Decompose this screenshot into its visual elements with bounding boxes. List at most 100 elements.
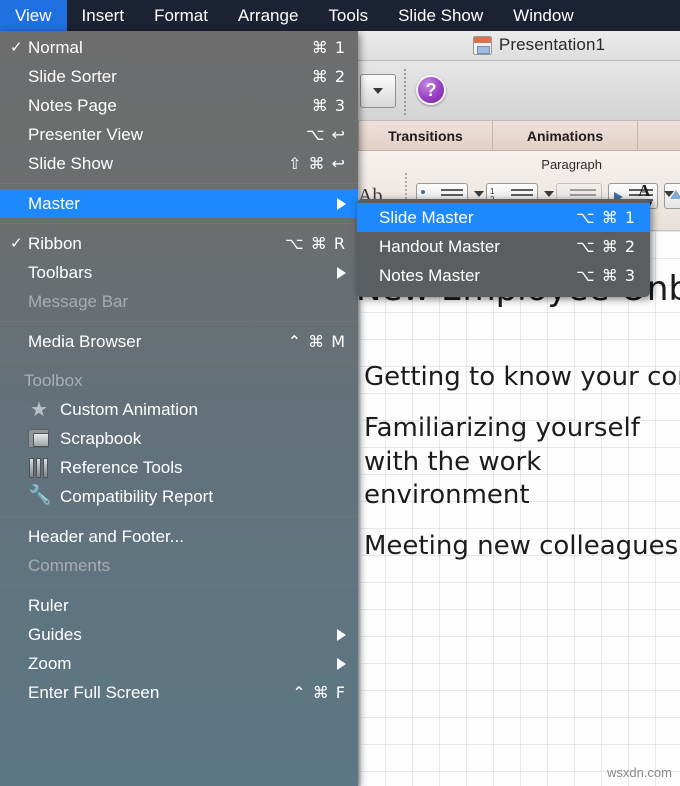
menu-item-enter-full-screen[interactable]: Enter Full Screen ⌃ ⌘ F (0, 678, 358, 707)
menu-item-slide-sorter[interactable]: Slide Sorter ⌘ 2 (0, 62, 358, 91)
menubar-item-slide-show-label: Slide Show (398, 5, 484, 25)
menu-item-ribbon[interactable]: ✓ Ribbon ⌥ ⌘ R (0, 229, 358, 258)
submenu-item-notes-master-shortcut: ⌥ ⌘ 3 (576, 266, 636, 285)
menu-item-compatibility-report-label: Compatibility Report (60, 486, 214, 506)
menubar-item-insert-label: Insert (81, 5, 125, 25)
menu-item-enter-full-screen-label: Enter Full Screen (28, 682, 160, 702)
menu-item-presenter-view[interactable]: Presenter View ⌥ ↩ (0, 120, 358, 149)
menu-item-zoom[interactable]: Zoom (0, 649, 358, 678)
powerpoint-document-icon (472, 35, 492, 55)
bulleted-list-chevron-down-icon[interactable] (474, 191, 484, 197)
menubar-item-tools-label: Tools (328, 5, 369, 25)
quick-access-toolbar: ? (358, 61, 680, 121)
menu-item-scrapbook[interactable]: Scrapbook (0, 424, 358, 453)
window-title: Presentation1 (498, 35, 606, 54)
menubar-item-arrange[interactable]: Arrange (223, 0, 313, 31)
menu-item-comments: Comments (0, 551, 358, 580)
wrench-icon: 🔧 (28, 484, 52, 506)
menu-separator (0, 361, 358, 362)
view-menu-panel: ✓ Normal ⌘ 1 Slide Sorter ⌘ 2 Notes Page… (0, 31, 358, 786)
menubar-item-slide-show[interactable]: Slide Show (383, 0, 498, 31)
submenu-item-notes-master[interactable]: Notes Master ⌥ ⌘ 3 (357, 261, 650, 290)
submenu-item-slide-master-label: Slide Master (379, 207, 474, 227)
menu-separator (0, 321, 358, 322)
menu-item-toolbars[interactable]: Toolbars (0, 258, 358, 287)
tab-transitions[interactable]: Transitions (358, 120, 493, 151)
menu-separator (0, 516, 358, 517)
slide-bullet-1[interactable]: Getting to know your company (364, 361, 680, 394)
reference-tools-icon (26, 457, 52, 479)
watermark: wsxdn.com (606, 765, 672, 780)
slide-canvas[interactable]: New Employee Onboarding Getting to know … (358, 231, 680, 786)
help-icon[interactable]: ? (416, 75, 446, 105)
slide-bullet-3[interactable]: Meeting new colleagues (364, 530, 680, 563)
scrapbook-icon (26, 428, 52, 450)
menu-separator (0, 223, 358, 224)
menu-item-slide-show[interactable]: Slide Show ⇧ ⌘ ↩ (0, 149, 358, 178)
toolbar-split-button[interactable] (360, 74, 396, 108)
submenu-item-slide-master[interactable]: Slide Master ⌥ ⌘ 1 (357, 203, 650, 232)
menu-item-notes-page[interactable]: Notes Page ⌘ 3 (0, 91, 358, 120)
menu-bar: View Insert Format Arrange Tools Slide S… (0, 0, 680, 31)
menu-item-ribbon-label: Ribbon (28, 233, 82, 253)
menu-item-master[interactable]: Master (0, 189, 358, 218)
menubar-item-window[interactable]: Window (498, 0, 588, 31)
ribbon-group-label: Paragraph (541, 157, 602, 172)
slide-bullet-2[interactable]: Familiarizing yourself with the work env… (364, 412, 680, 512)
text-direction-chevron-down-icon[interactable] (664, 191, 674, 197)
menu-item-zoom-label: Zoom (28, 653, 72, 673)
menu-item-ruler[interactable]: Ruler (0, 591, 358, 620)
menu-item-enter-full-screen-shortcut: ⌃ ⌘ F (292, 683, 346, 702)
submenu-arrow-icon (337, 197, 346, 210)
menu-item-toolbars-label: Toolbars (28, 262, 93, 282)
toolbar-drag-handle[interactable] (404, 69, 406, 115)
menu-item-slide-sorter-label: Slide Sorter (28, 66, 117, 86)
submenu-arrow-icon (337, 657, 346, 670)
menu-item-normal-label: Normal (28, 37, 83, 57)
numbered-list-chevron-down-icon[interactable] (544, 191, 554, 197)
submenu-item-notes-master-label: Notes Master (379, 265, 481, 285)
menubar-item-insert[interactable]: Insert (67, 0, 140, 31)
menubar-item-window-label: Window (513, 5, 574, 25)
menu-item-scrapbook-label: Scrapbook (60, 428, 142, 448)
slide-body[interactable]: Getting to know your company Familiarizi… (364, 361, 680, 563)
menu-item-ribbon-shortcut: ⌥ ⌘ R (285, 234, 346, 253)
menubar-item-arrange-label: Arrange (237, 5, 299, 25)
menu-item-media-browser[interactable]: Media Browser ⌃ ⌘ M (0, 327, 358, 356)
text-direction-label: A (638, 181, 651, 200)
tab-animations-label: Animations (526, 127, 604, 144)
menu-item-guides-label: Guides (28, 624, 82, 644)
menu-item-message-bar-label: Message Bar (28, 291, 129, 311)
menu-item-slide-sorter-shortcut: ⌘ 2 (311, 67, 346, 86)
tab-animations[interactable]: Animations (493, 120, 638, 151)
ribbon-tab-strip: Transitions Animations (358, 120, 680, 151)
menu-item-normal[interactable]: ✓ Normal ⌘ 1 (0, 33, 358, 62)
menu-separator (0, 585, 358, 586)
menu-item-message-bar: Message Bar (0, 287, 358, 316)
menu-item-media-browser-shortcut: ⌃ ⌘ M (287, 332, 346, 351)
checkmark-icon: ✓ (10, 235, 23, 252)
chevron-down-icon (373, 88, 383, 94)
menubar-item-format-label: Format (154, 5, 208, 25)
menubar-item-format[interactable]: Format (139, 0, 223, 31)
menu-item-compatibility-report[interactable]: 🔧 Compatibility Report (0, 482, 358, 511)
submenu-arrow-icon (337, 628, 346, 641)
slide-edge (358, 231, 361, 786)
submenu-item-handout-master[interactable]: Handout Master ⌥ ⌘ 2 (357, 232, 650, 261)
menu-separator (0, 183, 358, 184)
menubar-item-tools[interactable]: Tools (313, 0, 383, 31)
menu-item-guides[interactable]: Guides (0, 620, 358, 649)
screenshot-root: Presentation1 ? Transitions Animations P… (0, 0, 680, 786)
submenu-item-slide-master-shortcut: ⌥ ⌘ 1 (576, 208, 636, 227)
master-submenu: Slide Master ⌥ ⌘ 1 Handout Master ⌥ ⌘ 2 … (357, 199, 650, 297)
menu-item-ruler-label: Ruler (28, 595, 69, 615)
menu-item-notes-page-label: Notes Page (28, 95, 117, 115)
menu-item-header-and-footer[interactable]: Header and Footer... (0, 522, 358, 551)
menu-item-custom-animation[interactable]: ★ Custom Animation (0, 395, 358, 424)
menu-item-slide-show-shortcut: ⇧ ⌘ ↩ (288, 154, 346, 173)
menubar-item-view[interactable]: View (0, 0, 67, 31)
submenu-item-handout-master-label: Handout Master (379, 236, 500, 256)
submenu-arrow-icon (337, 266, 346, 279)
menu-item-reference-tools[interactable]: Reference Tools (0, 453, 358, 482)
menu-item-custom-animation-label: Custom Animation (60, 399, 198, 419)
